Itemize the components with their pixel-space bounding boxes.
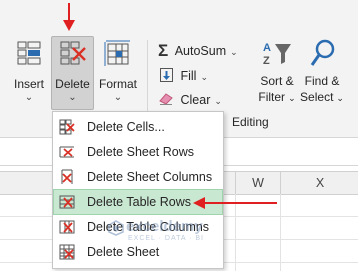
insert-cells-icon [17,41,41,65]
fill-button[interactable]: Fill ⌄ [160,66,208,83]
clear-button[interactable]: Clear ⌄ [159,92,222,107]
autosum-label: AutoSum [174,44,227,58]
chevron-down-icon: ⌄ [288,93,296,103]
menu-item-delete-sheet-rows[interactable]: Delete Sheet Rows [54,140,222,164]
find-select-label-1: Find & [304,74,340,88]
menu-item-label: Delete Table Rows [87,195,191,209]
find-select-button[interactable]: Find & Select ⌄ [300,36,344,110]
chevron-down-icon: ⌄ [113,92,123,103]
sort-filter-label-2: Filter ⌄ [258,90,296,104]
format-button[interactable]: Format ⌄ [96,36,140,110]
chevron-down-icon: ⌄ [230,47,238,57]
delete-cells-icon [60,41,86,65]
fill-down-icon [160,68,173,82]
column-header-x[interactable]: X [280,172,358,194]
svg-text:A: A [263,42,271,54]
sort-filter-label-1: Sort & [260,74,294,88]
group-separator [147,40,148,112]
menu-item-label: Delete Table Columns [87,220,210,234]
menu-item-delete-cells[interactable]: Delete Cells... [54,115,222,139]
delete-table-rows-icon [59,195,75,209]
menu-item-label: Delete Sheet Rows [87,145,195,159]
chevron-down-icon: ⌄ [214,96,222,106]
arrow-left-annotation-icon [193,197,277,209]
menu-item-delete-table-columns[interactable]: Delete Table Columns [54,215,222,239]
eraser-icon [159,93,173,105]
delete-button[interactable]: Delete ⌄ [51,36,94,110]
sort-filter-icon: A Z [263,42,291,67]
menu-item-label: Delete Sheet Columns [87,170,213,184]
chevron-down-icon: ⌄ [68,92,77,103]
delete-sheet-icon [59,244,75,260]
find-select-label-2: Select ⌄ [300,90,344,104]
menu-item-delete-sheet-columns[interactable]: Delete Sheet Columns [54,165,222,189]
autosum-icon: Σ [158,41,169,60]
svg-text:Z: Z [263,55,270,67]
menu-item-label: Delete Cells... [87,120,165,134]
menu-item-label: Delete Sheet [87,245,160,259]
chevron-down-icon: ⌄ [200,72,208,82]
arrow-down-annotation-icon [63,3,75,31]
autosum-button[interactable]: Σ AutoSum ⌄ [158,40,238,60]
delete-cells-icon [59,119,75,135]
format-cells-icon [104,40,130,66]
delete-dropdown-menu: Delete Cells... Delete Sheet Rows Delete… [52,111,224,269]
sort-filter-button[interactable]: A Z Sort & Filter ⌄ [255,36,299,110]
chevron-down-icon: ⌄ [24,92,34,103]
delete-columns-icon [61,169,73,184]
gridline [280,194,281,271]
fill-label: Fill [180,69,197,83]
magnifier-icon [310,39,335,66]
chevron-down-icon: ⌄ [336,93,344,103]
delete-label: Delete [55,77,90,91]
editing-group-label: Editing [232,115,269,129]
insert-button[interactable]: Insert ⌄ [10,36,48,110]
format-label: Format [98,77,137,91]
column-header-w[interactable]: W [235,172,280,194]
menu-item-delete-sheet[interactable]: Delete Sheet [54,240,222,264]
delete-table-columns-icon [59,220,75,234]
clear-label: Clear [180,93,211,107]
delete-rows-icon [59,146,74,158]
insert-label: Insert [13,77,44,91]
